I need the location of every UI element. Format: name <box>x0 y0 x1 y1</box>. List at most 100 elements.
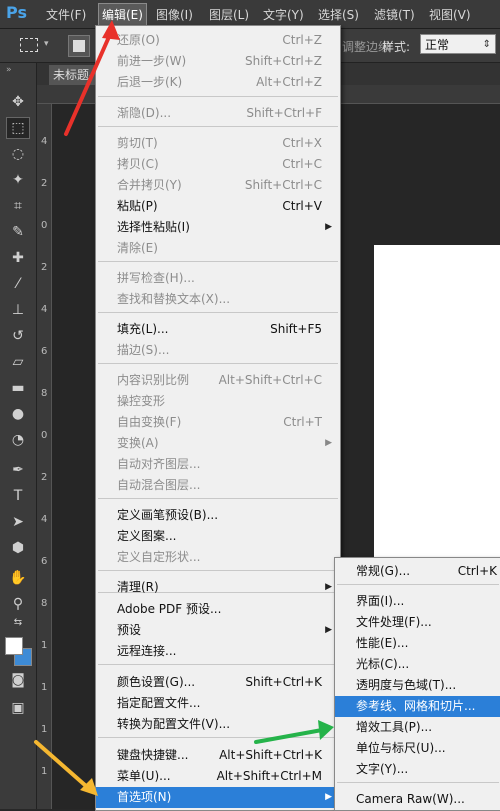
preferences-menu-item[interactable]: 常规(G)... Ctrl+K <box>335 561 500 582</box>
chevron-down-icon[interactable]: ▾ <box>44 39 49 49</box>
screen-mode-icon[interactable]: ▣ <box>6 697 30 719</box>
edit-menu-item[interactable]: 预设 ▶ <box>96 620 340 641</box>
submenu-arrow-icon: ▶ <box>325 438 332 448</box>
collapse-icon[interactable]: » <box>6 65 12 75</box>
hand-tool-icon[interactable]: ✋ <box>6 567 30 589</box>
eraser-tool-icon[interactable]: ▱ <box>6 351 30 373</box>
submenu-arrow-icon: ▶ <box>325 792 332 802</box>
menu-item-label: 远程连接... <box>117 644 177 658</box>
edit-menu-item[interactable]: Adobe PDF 预设... <box>96 599 340 620</box>
menu-separator <box>98 312 338 313</box>
preferences-menu-item[interactable]: 单位与标尺(U)... <box>335 738 500 759</box>
menu-separator <box>98 664 338 665</box>
menu-filter[interactable]: 滤镜(T) <box>374 6 415 23</box>
edit-menu-item[interactable]: 定义图案... <box>96 526 340 547</box>
preferences-menu-item[interactable]: 性能(E)... <box>335 633 500 654</box>
menu-item-label: 剪切(T) <box>117 136 158 150</box>
menu-item-label: 内容识别比例 <box>117 373 190 387</box>
menu-select[interactable]: 选择(S) <box>318 6 359 23</box>
edit-menu-item: 后退一步(K) Alt+Ctrl+Z <box>96 72 340 93</box>
menu-file[interactable]: 文件(F) <box>46 6 86 23</box>
style-select-value: 正常 <box>425 38 450 52</box>
ruler-mark: 1 <box>41 724 48 735</box>
edit-menu-item[interactable]: 颜色设置(G)... Shift+Ctrl+K <box>96 672 340 693</box>
pen-tool-icon[interactable]: ✒ <box>6 459 30 481</box>
menu-separator <box>98 737 338 738</box>
type-tool-icon[interactable]: T <box>6 485 30 507</box>
menu-item-shortcut: Ctrl+X <box>282 136 322 150</box>
edit-menu-item[interactable]: 键盘快捷键... Alt+Shift+Ctrl+K <box>96 745 340 766</box>
quick-mask-icon[interactable]: ◙ <box>6 669 30 691</box>
ruler-mark: 2 <box>41 472 48 483</box>
edit-menu-item[interactable]: 选择性粘贴(I) ▶ <box>96 217 340 238</box>
preferences-menu-item[interactable]: 界面(I)... <box>335 591 500 612</box>
preferences-menu-item[interactable]: 透明度与色域(T)... <box>335 675 500 696</box>
rect-marquee-tool-icon[interactable]: ⬚ <box>6 117 30 139</box>
menu-item-shortcut: Alt+Ctrl+Z <box>256 75 322 89</box>
menu-item-label: 转换为配置文件(V)... <box>117 717 231 731</box>
menu-item-label: 合并拷贝(Y) <box>117 178 182 192</box>
healing-brush-tool-icon[interactable]: ✚ <box>6 247 30 269</box>
eyedropper-tool-icon[interactable]: ✎ <box>6 221 30 243</box>
brush-tool-icon[interactable]: ⁄ <box>6 273 30 295</box>
shape-tool-icon[interactable]: ⬢ <box>6 537 30 559</box>
menu-type[interactable]: 文字(Y) <box>263 6 304 23</box>
new-selection-icon[interactable] <box>68 35 90 57</box>
ruler-mark: 0 <box>41 220 48 231</box>
menu-item-label: 定义自定形状... <box>117 550 201 564</box>
menu-item-label: 指定配置文件... <box>117 696 201 710</box>
vertical-ruler: 4 2 0 2 4 6 8 0 2 4 6 8 1 1 1 1 <box>37 104 52 809</box>
gradient-tool-icon[interactable]: ▬ <box>6 377 30 399</box>
magic-wand-tool-icon[interactable]: ✦ <box>6 169 30 191</box>
preferences-menu-item[interactable]: 增效工具(P)... <box>335 717 500 738</box>
menu-item-shortcut: Ctrl+K <box>457 564 497 578</box>
edit-menu-item[interactable]: 远程连接... <box>96 641 340 662</box>
menu-item-label: 清理(R) <box>117 580 159 594</box>
edit-menu: 还原(O) Ctrl+Z 前进一步(W) Shift+Ctrl+Z 后退一步(K) Alt… <box>95 25 341 811</box>
menu-separator <box>337 584 499 585</box>
preferences-menu-item[interactable]: 参考线、网格和切片... <box>335 696 500 717</box>
blur-tool-icon[interactable]: ● <box>6 403 30 425</box>
history-brush-tool-icon[interactable]: ↺ <box>6 325 30 347</box>
preferences-menu-item[interactable]: 光标(C)... <box>335 654 500 675</box>
style-select[interactable]: 正常 ⇕ <box>420 34 496 54</box>
lasso-tool-icon[interactable]: ◌ <box>6 143 30 165</box>
menu-image[interactable]: 图像(I) <box>156 6 193 23</box>
document-canvas[interactable] <box>374 245 500 565</box>
swap-colors-icon[interactable]: ⇆ <box>6 615 30 629</box>
menu-item-label: 选择性粘贴(I) <box>117 220 190 234</box>
edit-menu-item[interactable]: 粘贴(P) Ctrl+V <box>96 196 340 217</box>
move-tool-icon[interactable]: ✥ <box>6 91 30 113</box>
crop-tool-icon[interactable]: ⌗ <box>6 195 30 217</box>
menu-item-label: 颜色设置(G)... <box>117 675 196 689</box>
menu-edit[interactable]: 编辑(E) <box>98 3 147 26</box>
menu-view[interactable]: 视图(V) <box>429 6 471 23</box>
edit-menu-item[interactable]: 指定配置文件... <box>96 693 340 714</box>
menu-item-label: 描边(S)... <box>117 343 170 357</box>
edit-menu-item: 描边(S)... <box>96 340 340 361</box>
stamp-tool-icon[interactable]: ⊥ <box>6 299 30 321</box>
preferences-menu-item[interactable]: 文件处理(F)... <box>335 612 500 633</box>
edit-menu-item: 自动对齐图层... <box>96 454 340 475</box>
dodge-tool-icon[interactable]: ◔ <box>6 429 30 451</box>
marquee-icon[interactable] <box>20 38 38 52</box>
edit-menu-item[interactable]: 转换为配置文件(V)... <box>96 714 340 735</box>
preferences-menu-item[interactable]: 文字(Y)... <box>335 759 500 780</box>
edit-menu-item: 前进一步(W) Shift+Ctrl+Z <box>96 51 340 72</box>
edit-menu-item[interactable]: 填充(L)... Shift+F5 <box>96 319 340 340</box>
menu-item-label: 参考线、网格和切片... <box>356 699 476 713</box>
menu-item-label: 文件处理(F)... <box>356 615 432 629</box>
ruler-mark: 1 <box>41 682 48 693</box>
zoom-tool-icon[interactable]: ⚲ <box>6 593 30 615</box>
edit-menu-item[interactable]: 首选项(N) ▶ <box>96 787 340 808</box>
path-select-tool-icon[interactable]: ➤ <box>6 511 30 533</box>
edit-menu-item: 拷贝(C) Ctrl+C <box>96 154 340 175</box>
menu-item-label: 自动混合图层... <box>117 478 201 492</box>
preferences-menu-item[interactable]: Camera Raw(W)... <box>335 789 500 810</box>
edit-menu-item[interactable]: 菜单(U)... Alt+Shift+Ctrl+M <box>96 766 340 787</box>
menu-layer[interactable]: 图层(L) <box>209 6 249 23</box>
edit-menu-item[interactable]: 清理(R) ▶ <box>96 577 340 598</box>
edit-menu-item[interactable]: 定义画笔预设(B)... <box>96 505 340 526</box>
foreground-color-swatch[interactable] <box>5 637 23 655</box>
submenu-arrow-icon: ▶ <box>325 625 332 635</box>
